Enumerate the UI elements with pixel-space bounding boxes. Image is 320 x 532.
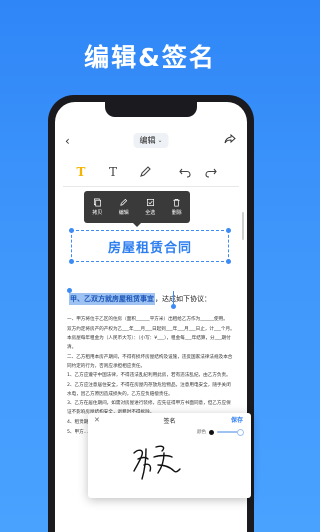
- highlight-text-tool[interactable]: T: [73, 164, 89, 180]
- document-paragraph: 2、乙方应注意居住安全，不得在房屋内存放危险物品，注意用电安全，随手关闭水电，因…: [67, 383, 231, 397]
- promo-headline: 编辑&签名: [84, 43, 216, 72]
- redo-icon[interactable]: [203, 164, 219, 180]
- document-title: 房屋租赁合同: [107, 240, 192, 256]
- selected-text: 甲、乙双方就房屋租赁事宜: [69, 293, 155, 305]
- app-topbar: ‹ 编辑 ⌄: [55, 132, 247, 152]
- document-scrollbar[interactable]: [242, 212, 244, 240]
- document-paragraph: 1、乙方应遵守中国法律，不得违法乱纪利用此房，若有违法乱纪，由乙方负责。: [67, 373, 231, 379]
- context-select-all-button[interactable]: 全选: [145, 198, 155, 216]
- select-all-icon: [146, 198, 154, 207]
- document-paragraph: 本房屋每年租金为（人民币大写）：（小写：¥___），租金每___年结算，分___…: [67, 336, 231, 351]
- signature-panel-title: 签名: [163, 418, 176, 425]
- document-paragraph: 二、乙方租用本房产期间，不得有损坏房屋结构及设施，违反国家法律法规及本合同约定的…: [67, 354, 233, 369]
- selected-text-line[interactable]: 甲、乙双方就房屋租赁事宜，达成如下协议：: [69, 293, 211, 305]
- delete-icon: [173, 198, 180, 207]
- share-icon[interactable]: [223, 132, 237, 146]
- selected-text-suffix: ，达成如下协议：: [155, 295, 211, 303]
- text-tool[interactable]: T: [105, 164, 121, 180]
- signature-drawing[interactable]: [128, 435, 188, 485]
- mode-dropdown[interactable]: 编辑 ⌄: [133, 133, 169, 148]
- context-menu: 拷贝 编辑 全选 删除: [84, 191, 190, 227]
- color-swatch[interactable]: [209, 429, 214, 435]
- selection-end-handle[interactable]: [171, 304, 176, 309]
- signature-panel-header: ✕ 签名 保存: [88, 413, 251, 427]
- context-edit-label: 编辑: [118, 210, 129, 216]
- chevron-down-icon: ⌄: [157, 137, 163, 144]
- back-arrow-icon[interactable]: ‹: [65, 134, 70, 148]
- resize-handle[interactable]: [226, 228, 231, 233]
- selected-title-box[interactable]: 房屋租赁合同: [69, 228, 231, 264]
- context-delete-label: 删除: [171, 210, 182, 216]
- color-label: 颜色: [197, 430, 206, 435]
- context-edit-button[interactable]: 编辑: [119, 198, 129, 216]
- phone-notch: [105, 102, 197, 117]
- pen-color-row: 颜色: [197, 429, 244, 436]
- resize-handle[interactable]: [69, 259, 74, 264]
- edit-icon: [120, 198, 128, 206]
- pen-icon[interactable]: [137, 164, 153, 180]
- save-button[interactable]: 保存: [231, 415, 243, 424]
- context-copy-button[interactable]: 拷贝: [92, 198, 102, 216]
- mode-label: 编辑: [139, 136, 156, 145]
- toolbar-divider: [63, 186, 239, 187]
- document-paragraph: 一、甲方将位于乙区的住房（面积______平方米）出租给乙方作为______使用…: [67, 317, 228, 322]
- document-paragraph: 双方约定将房产的产权为乙___年___月___日起到___年___月___日止，…: [67, 326, 235, 332]
- stroke-width-slider[interactable]: [217, 429, 244, 436]
- resize-handle[interactable]: [69, 228, 74, 233]
- selection-end-cursor: [173, 291, 174, 304]
- signature-panel: ✕ 签名 保存 颜色: [88, 413, 251, 498]
- resize-handle[interactable]: [226, 259, 231, 264]
- context-delete-button[interactable]: 删除: [172, 198, 182, 216]
- undo-icon[interactable]: [177, 164, 193, 180]
- copy-icon: [93, 198, 101, 207]
- context-select-all-label: 全选: [145, 210, 156, 216]
- context-copy-label: 拷贝: [92, 210, 103, 216]
- edit-toolbar: T T: [55, 164, 247, 182]
